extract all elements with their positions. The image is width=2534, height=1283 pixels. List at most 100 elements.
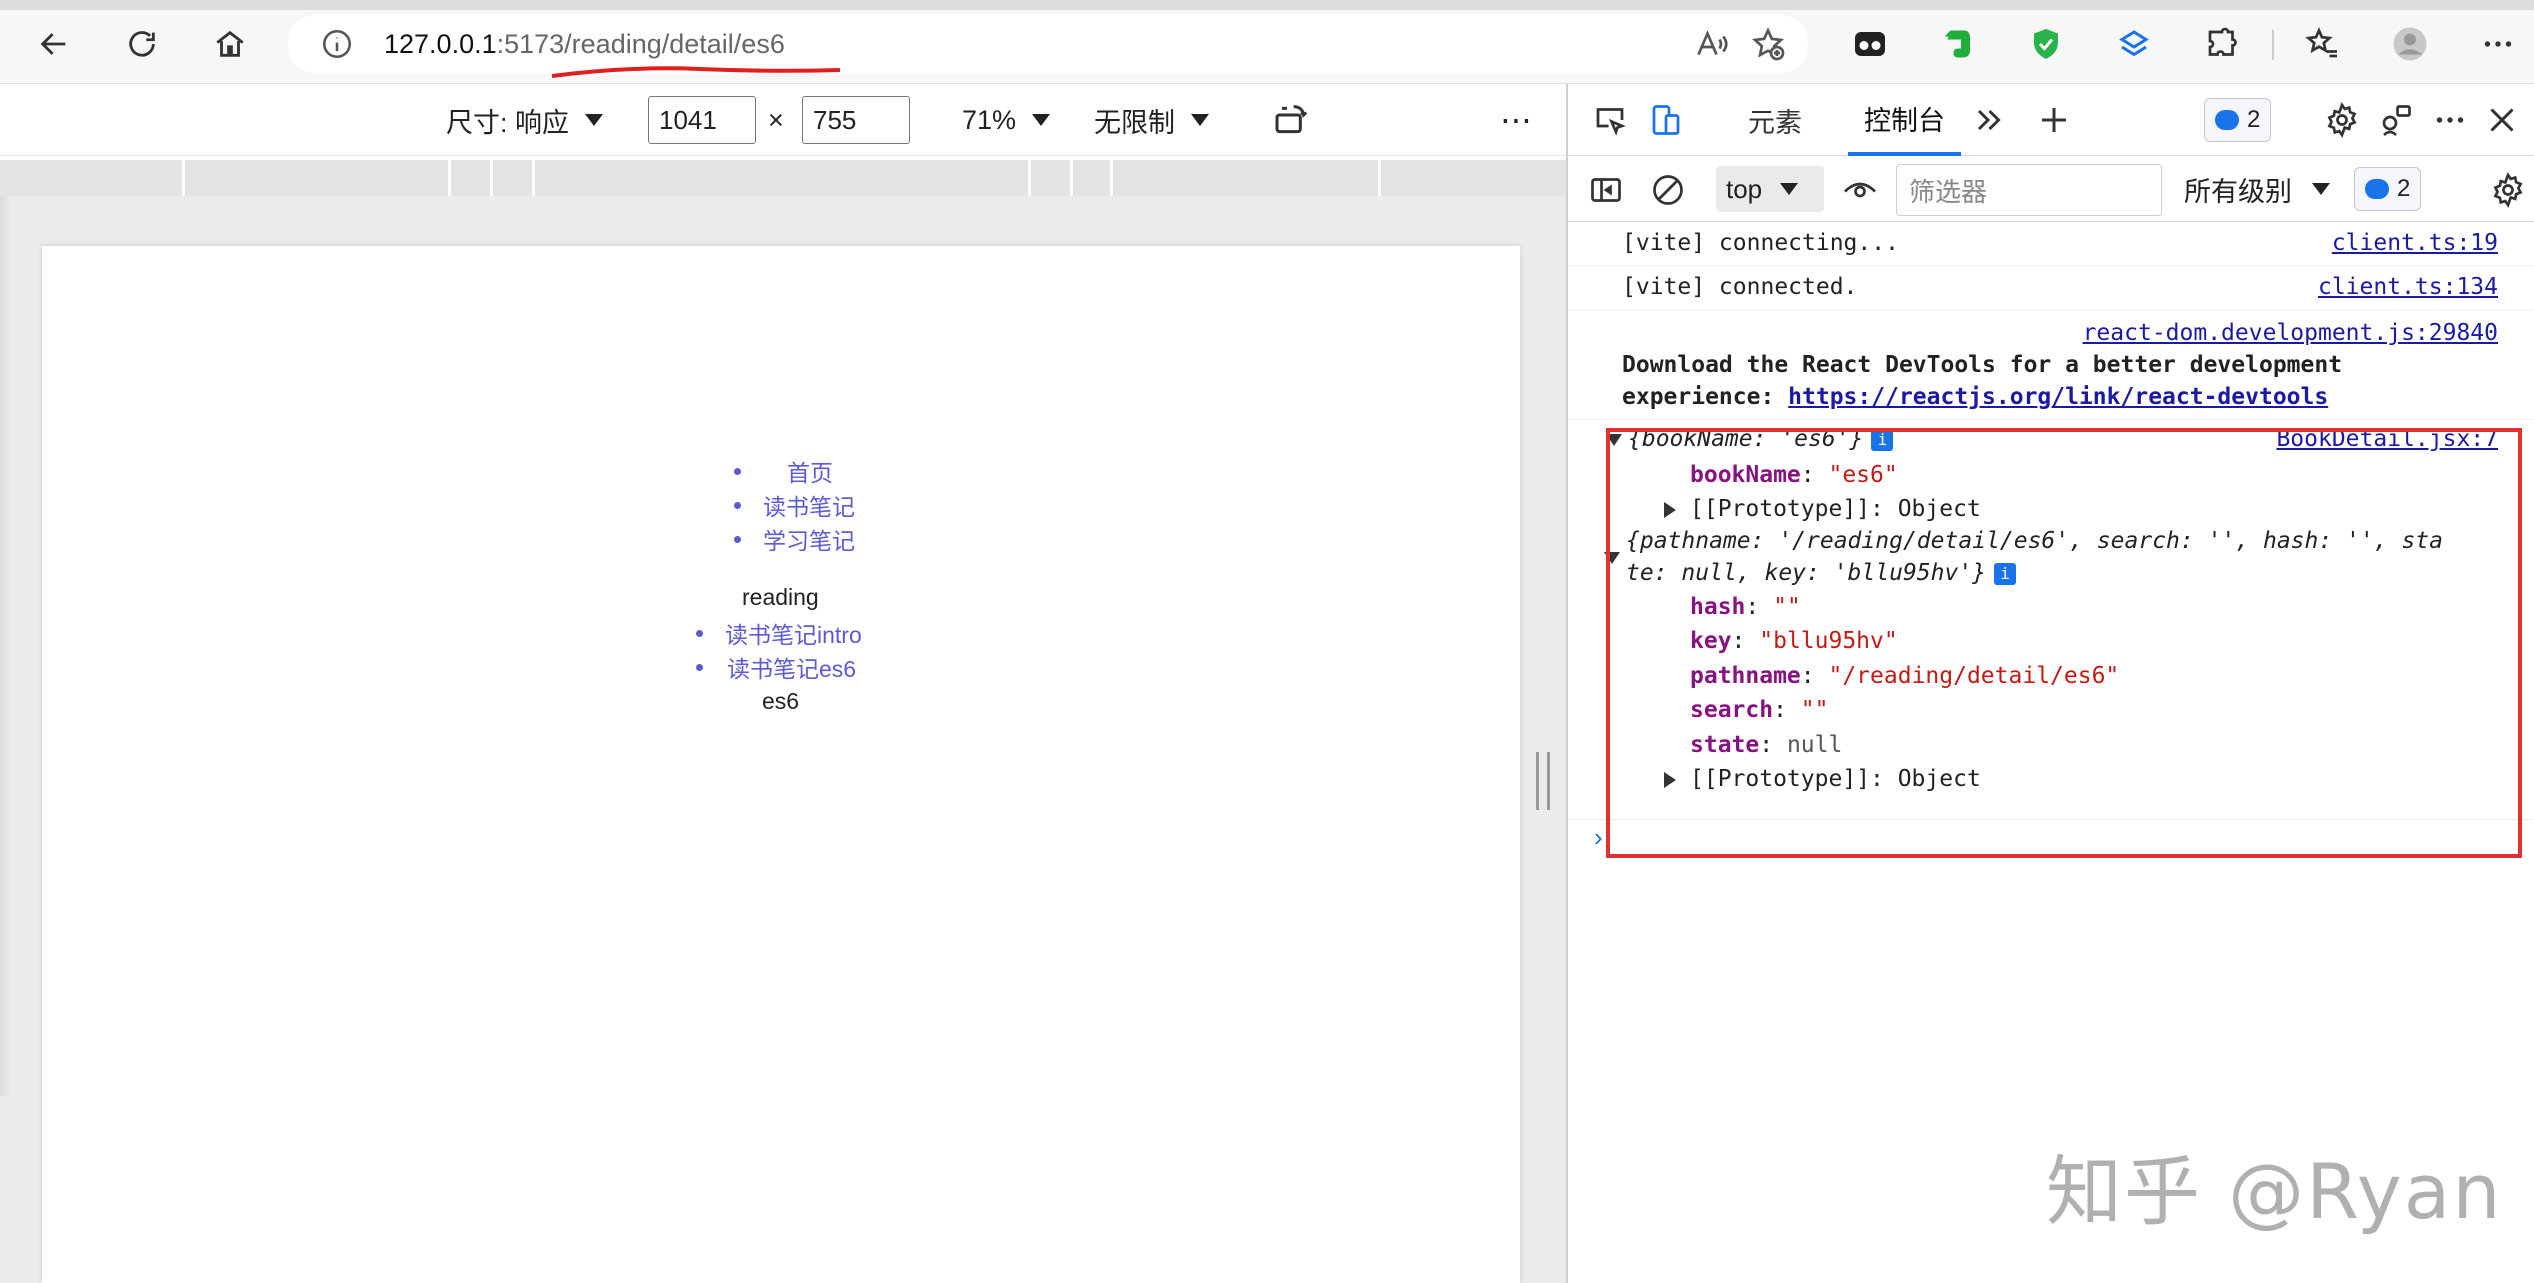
context-selector[interactable]: top [1716,166,1824,212]
layers-icon [2119,30,2149,57]
dimension-times: × [768,84,784,156]
remote-connect-button[interactable] [2376,100,2416,140]
reload-button[interactable] [120,22,164,66]
nav-link[interactable]: 读书笔记intro [725,616,862,650]
tab-elements[interactable]: 元素 [1748,84,1802,156]
extension-shield-button[interactable] [2024,22,2068,66]
clear-console-button[interactable] [1648,170,1688,210]
message-text-line2: experience: https://reactjs.org/link/rea… [1622,384,2328,410]
info-icon[interactable] [320,27,354,61]
console-prompt[interactable]: › [1594,822,1603,853]
chevron-double-right-icon [1977,109,2001,131]
source-link[interactable]: client.ts:19 [2332,230,2498,256]
back-button[interactable] [32,22,76,66]
read-aloud-icon[interactable] [1694,26,1730,62]
more-horizontal-icon [2436,117,2464,123]
message-text: Download the React DevTools for a better… [1622,352,2343,378]
devtools-link[interactable]: https://reactjs.org/link/react-devtools [1788,384,2328,410]
dimensions-dropdown[interactable]: 尺寸: 响应 [446,84,604,156]
bullet [734,501,741,509]
extensions-button[interactable] [2200,22,2244,66]
devtools-more-button[interactable] [2430,100,2470,140]
close-icon [2490,108,2514,132]
devtools-tab-bar: 元素 控制台 2 [1568,84,2534,156]
add-tab-button[interactable] [2034,100,2074,140]
console-settings-button[interactable] [2488,170,2528,210]
filter-placeholder: 筛选器 [1909,176,1988,207]
inspect-element-button[interactable] [1590,100,1630,140]
more-tabs-button[interactable] [1968,100,2008,140]
extension-tampermonkey-button[interactable] [1848,22,1892,66]
browser-toolbar: 127.0.0.1:5173/reading/detail/es6 [0,0,2534,84]
extension-evernote-button[interactable] [1936,22,1980,66]
devtools-settings-button[interactable] [2322,100,2362,140]
ruler-segment[interactable] [448,160,451,196]
toggle-device-button[interactable] [1646,100,1686,140]
bullet [696,629,703,637]
ruler-segment[interactable] [1110,160,1113,196]
width-input[interactable]: 1041 [648,96,756,144]
ruler-segment[interactable] [1070,160,1073,196]
tab-console[interactable]: 控制台 [1848,84,1961,156]
toolbar-divider [2272,30,2274,60]
red-underline-annotation [551,66,841,78]
media-query-ruler[interactable] [0,160,1566,196]
bullet [734,467,741,475]
rotate-button[interactable] [1272,84,1312,156]
ruler-segment[interactable] [1028,160,1031,196]
log-levels-dropdown[interactable]: 所有级别 [2184,166,2330,212]
height-input[interactable]: 755 [802,96,910,144]
evernote-icon [1944,30,1970,58]
nav-item-reading-intro[interactable]: 读书笔记intro [696,616,862,650]
rotate-device-icon [1275,105,1308,134]
nav-link[interactable]: 读书笔记es6 [727,650,856,684]
url-path: :5173/reading/detail/es6 [496,28,785,59]
ruler-segment[interactable] [490,160,493,196]
device-toolbar-more-button[interactable]: ⋯ [1500,84,1532,156]
avatar-icon [2393,27,2427,61]
tab-label: 元素 [1748,107,1802,138]
extension-layers-button[interactable] [2112,22,2156,66]
message-prefix: experience: [1622,384,1789,410]
settings-more-button[interactable] [2476,22,2520,66]
bullet [696,663,703,671]
throttle-dropdown[interactable]: 无限制 [1094,84,1209,156]
profile-button[interactable] [2388,22,2432,66]
ruler-segment[interactable] [532,160,535,196]
issues-badge[interactable]: 2 [2204,98,2272,142]
source-link[interactable]: react-dom.development.js:29840 [2083,320,2498,346]
nav-link[interactable]: 学习笔记 [763,522,855,556]
address-bar[interactable]: 127.0.0.1:5173/reading/detail/es6 [288,14,1808,78]
page-edge-shadow [0,196,10,1096]
console-filter-input[interactable]: 筛选器 [1896,164,2162,216]
nav-link[interactable]: 首页 [763,454,833,488]
issues-count: 2 [2247,106,2261,133]
message-text: [vite] connecting... [1622,230,1899,256]
source-link[interactable]: client.ts:134 [2318,274,2498,300]
nav-item-reading-es6[interactable]: 读书笔记es6 [696,650,862,684]
messages-badge[interactable]: 2 [2354,167,2422,211]
zoom-dropdown[interactable]: 71% [962,84,1051,156]
ruler-segment[interactable] [1378,160,1381,196]
close-devtools-button[interactable] [2482,100,2522,140]
width-value: 1041 [659,104,717,135]
home-button[interactable] [208,22,252,66]
message-text: [vite] connected. [1622,274,1858,300]
emulated-page-area: 首页 读书笔记 学习笔记 reading 读书笔记intro 读书笔记es6 e… [0,196,1566,1283]
live-expression-button[interactable] [1840,170,1880,210]
section-title: reading [742,584,819,610]
bullet [734,535,741,543]
toggle-sidebar-button[interactable] [1586,170,1626,210]
gear-icon [2327,102,2357,138]
chevron-down-icon [1032,114,1051,126]
device-toolbar-icon [1652,105,1680,135]
ruler-segment[interactable] [182,160,185,196]
url-text[interactable]: 127.0.0.1:5173/reading/detail/es6 [384,29,785,60]
add-favorite-icon[interactable] [1750,26,1786,62]
nav-item-home[interactable]: 首页 [734,454,855,488]
viewport-resize-handle[interactable] [1536,752,1550,810]
nav-link[interactable]: 读书笔记 [763,488,855,522]
nav-item-reading[interactable]: 读书笔记 [734,488,855,522]
favorites-button[interactable] [2300,22,2344,66]
nav-item-study[interactable]: 学习笔记 [734,522,855,556]
